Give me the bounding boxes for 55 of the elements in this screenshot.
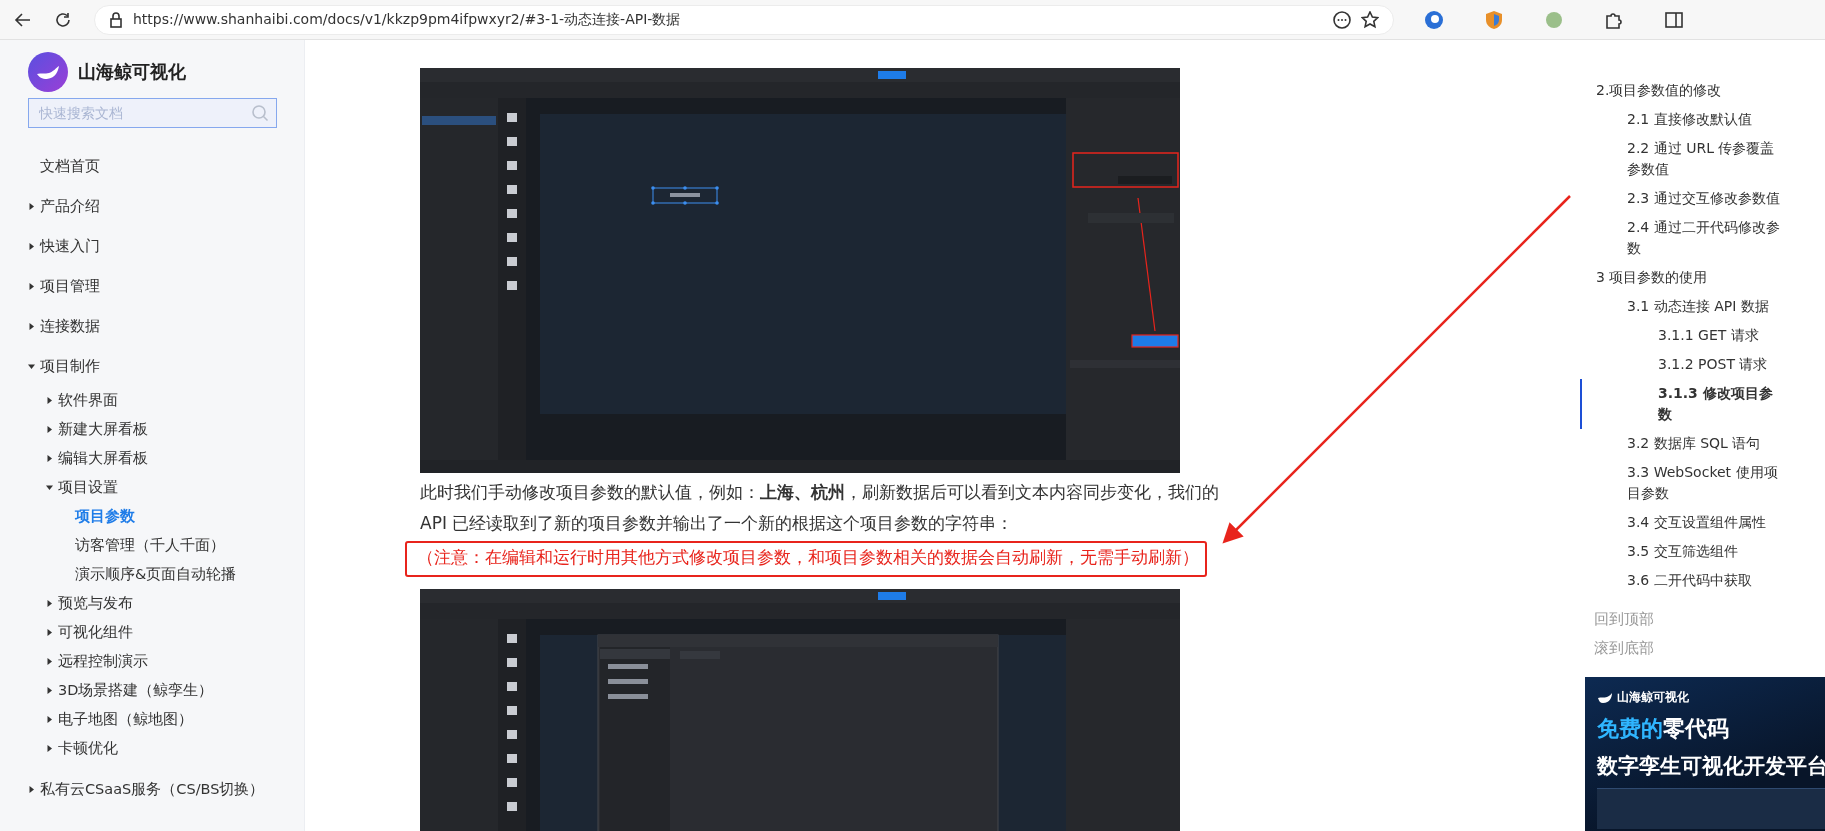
nav-item[interactable]: 3D场景搭建（鲸孪生） (28, 676, 304, 705)
search-field[interactable]: 快速搜索文档 (28, 98, 277, 128)
search-icon (251, 104, 269, 122)
banner-brand: 山海鲸可视化 (1617, 689, 1689, 706)
sidebar-icon[interactable] (1664, 9, 1684, 30)
nav-item[interactable]: 演示顺序&页面自动轮播 (28, 560, 304, 589)
nav-item[interactable]: 项目制作 (28, 346, 304, 386)
nav-item[interactable]: 项目管理 (28, 266, 304, 306)
nav-item[interactable]: 连接数据 (28, 306, 304, 346)
nav-item[interactable]: 项目参数 (28, 502, 304, 531)
toc-link[interactable]: 2.项目参数值的修改 (1580, 76, 1786, 105)
nav-item[interactable]: 文档首页 (28, 146, 304, 186)
body-paragraph: 此时我们手动修改项目参数的默认值，例如：上海、杭州，刷新数据后可以看到文本内容同步变化，我们的 API 已经读取到了新的项目参数并输出了一个新的根据这个项目参数的字符串： (420, 481, 1220, 535)
lock-icon (109, 11, 123, 28)
toc-link[interactable]: 2.1 直接修改默认值 (1580, 105, 1786, 134)
url-text: https://www.shanhaibi.com/docs/v1/kkzp9pm4ifpwxyr2/#3-1-动态连接-API-数据 (133, 10, 682, 29)
reload-icon[interactable] (54, 10, 72, 29)
toc-link[interactable]: 2.4 通过二开代码修改参数 (1580, 213, 1786, 263)
nav-item[interactable]: 卡顿优化 (28, 734, 304, 763)
brand-name: 山海鲸可视化 (78, 60, 186, 84)
nav-item[interactable]: 产品介绍 (28, 186, 304, 226)
nav-item[interactable]: 私有云CSaaS服务（CS/BS切换） (28, 769, 304, 809)
nav-item[interactable]: 编辑大屏看板 (28, 444, 304, 473)
shield-icon[interactable] (1484, 9, 1504, 30)
banner-headline: 免费的零代码 (1597, 715, 1730, 743)
nav-item[interactable]: 电子地图（鲸地图） (28, 705, 304, 734)
back-icon[interactable] (14, 10, 32, 29)
dot-icon[interactable] (1544, 9, 1564, 30)
more-icon[interactable] (1333, 10, 1351, 29)
whale-logo-icon (1597, 691, 1613, 704)
toc-link[interactable]: 3.1 动态连接 API 数据 (1580, 292, 1786, 321)
whale-logo-icon (28, 52, 68, 92)
nav-item[interactable]: 快速入门 (28, 226, 304, 266)
toc-link[interactable]: 3.1.3 修改项目参数 (1580, 379, 1786, 429)
toc-link[interactable]: 3.1.2 POST 请求 (1580, 350, 1786, 379)
browser-extension-icon[interactable] (1424, 9, 1444, 30)
nav-item[interactable]: 项目设置 (28, 473, 304, 502)
toc-link[interactable]: 2.3 通过交互修改参数值 (1580, 184, 1786, 213)
star-icon[interactable] (1361, 10, 1379, 29)
nav-item[interactable]: 新建大屏看板 (28, 415, 304, 444)
toc-link[interactable]: 2.2 通过 URL 传参覆盖参数值 (1580, 134, 1786, 184)
toc-link[interactable]: 3.5 交互筛选组件 (1580, 537, 1786, 566)
nav-item[interactable]: 软件界面 (28, 386, 304, 415)
toc-link[interactable]: 3.2 数据库 SQL 语句 (1580, 429, 1786, 458)
nav-item[interactable]: 预览与发布 (28, 589, 304, 618)
nav-item[interactable]: 可视化组件 (28, 618, 304, 647)
toc-link[interactable]: 3.3 WebSocket 使用项目参数 (1580, 458, 1786, 508)
nav-item[interactable]: 远程控制演示 (28, 647, 304, 676)
toc-link[interactable]: 3.4 交互设置组件属性 (1580, 508, 1786, 537)
toc-link[interactable]: 3.1.1 GET 请求 (1580, 321, 1786, 350)
toc-link[interactable]: 3.6 二开代码中获取 (1580, 566, 1786, 595)
address-bar[interactable]: https://www.shanhaibi.com/docs/v1/kkzp9pm4ifpwxyr2/#3-1-动态连接-API-数据 (94, 4, 1394, 35)
nav-item[interactable]: 访客管理（千人千面） (28, 531, 304, 560)
toc-link[interactable]: 3 项目参数的使用 (1580, 263, 1786, 292)
note-text: （注意：在编辑和运行时用其他方式修改项目参数，和项目参数相关的数据会自动刷新，无需手动刷新） (405, 541, 1207, 577)
